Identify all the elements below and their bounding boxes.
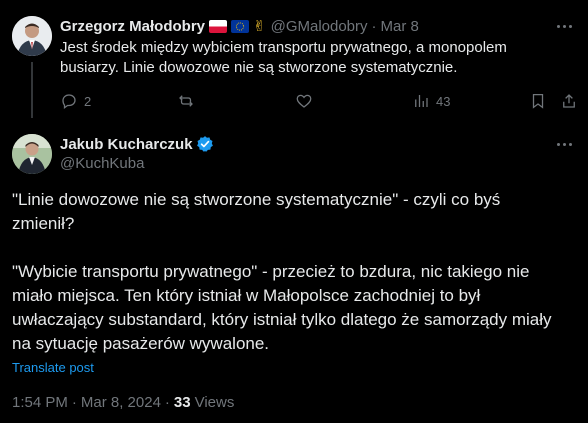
avatar-image (12, 134, 52, 174)
views-count: 33 (173, 394, 191, 411)
reply-button[interactable]: 2 (60, 92, 91, 110)
share-button[interactable] (560, 92, 578, 110)
bookmark-icon (532, 93, 544, 109)
author-name[interactable]: Jakub Kucharczuk (60, 136, 193, 153)
post-text: "Linie dowozowe nie są stworzone systema… (12, 190, 552, 353)
post-meta: 1:54 PM · Mar 8, 2024 · 33 Views (12, 394, 234, 411)
separator-dot: · (71, 394, 77, 411)
post-date[interactable]: Mar 8, 2024 (81, 394, 161, 411)
author-handle[interactable]: @GMalodobry (271, 18, 368, 35)
more-options-icon[interactable] (557, 25, 572, 28)
analytics-icon (415, 95, 428, 107)
views-count: 43 (436, 93, 451, 109)
avatar[interactable] (12, 16, 52, 56)
victory-hand-emoji: ✌ (253, 18, 266, 35)
repost-button[interactable] (177, 92, 195, 110)
thread-connector-line (31, 62, 33, 118)
author-name[interactable]: Grzegorz Małodobry (60, 18, 205, 35)
post-text: Jest środek między wybiciem transportu p… (60, 39, 507, 76)
reply-icon (62, 94, 76, 110)
like-button[interactable] (295, 92, 313, 110)
bookmark-button[interactable] (529, 92, 547, 110)
separator-dot: · (371, 17, 377, 35)
author-handle[interactable]: @KuchKuba (60, 155, 144, 172)
views-label: Views (194, 394, 235, 411)
views-button[interactable]: 43 (412, 92, 450, 110)
repost-icon (179, 95, 193, 107)
poland-flag-icon (209, 19, 228, 33)
translate-post-link[interactable]: Translate post (12, 360, 94, 375)
reply-count: 2 (84, 93, 92, 109)
share-icon (563, 94, 575, 108)
verified-badge-icon (196, 135, 214, 153)
avatar-image (12, 16, 52, 56)
avatar[interactable] (12, 134, 52, 174)
separator-dot: · (164, 394, 170, 411)
post-time[interactable]: 1:54 PM (12, 394, 68, 411)
eu-flag-icon (231, 19, 250, 33)
post-date[interactable]: Mar 8 (381, 18, 419, 35)
heart-icon (296, 94, 312, 108)
more-options-icon[interactable] (557, 143, 572, 146)
